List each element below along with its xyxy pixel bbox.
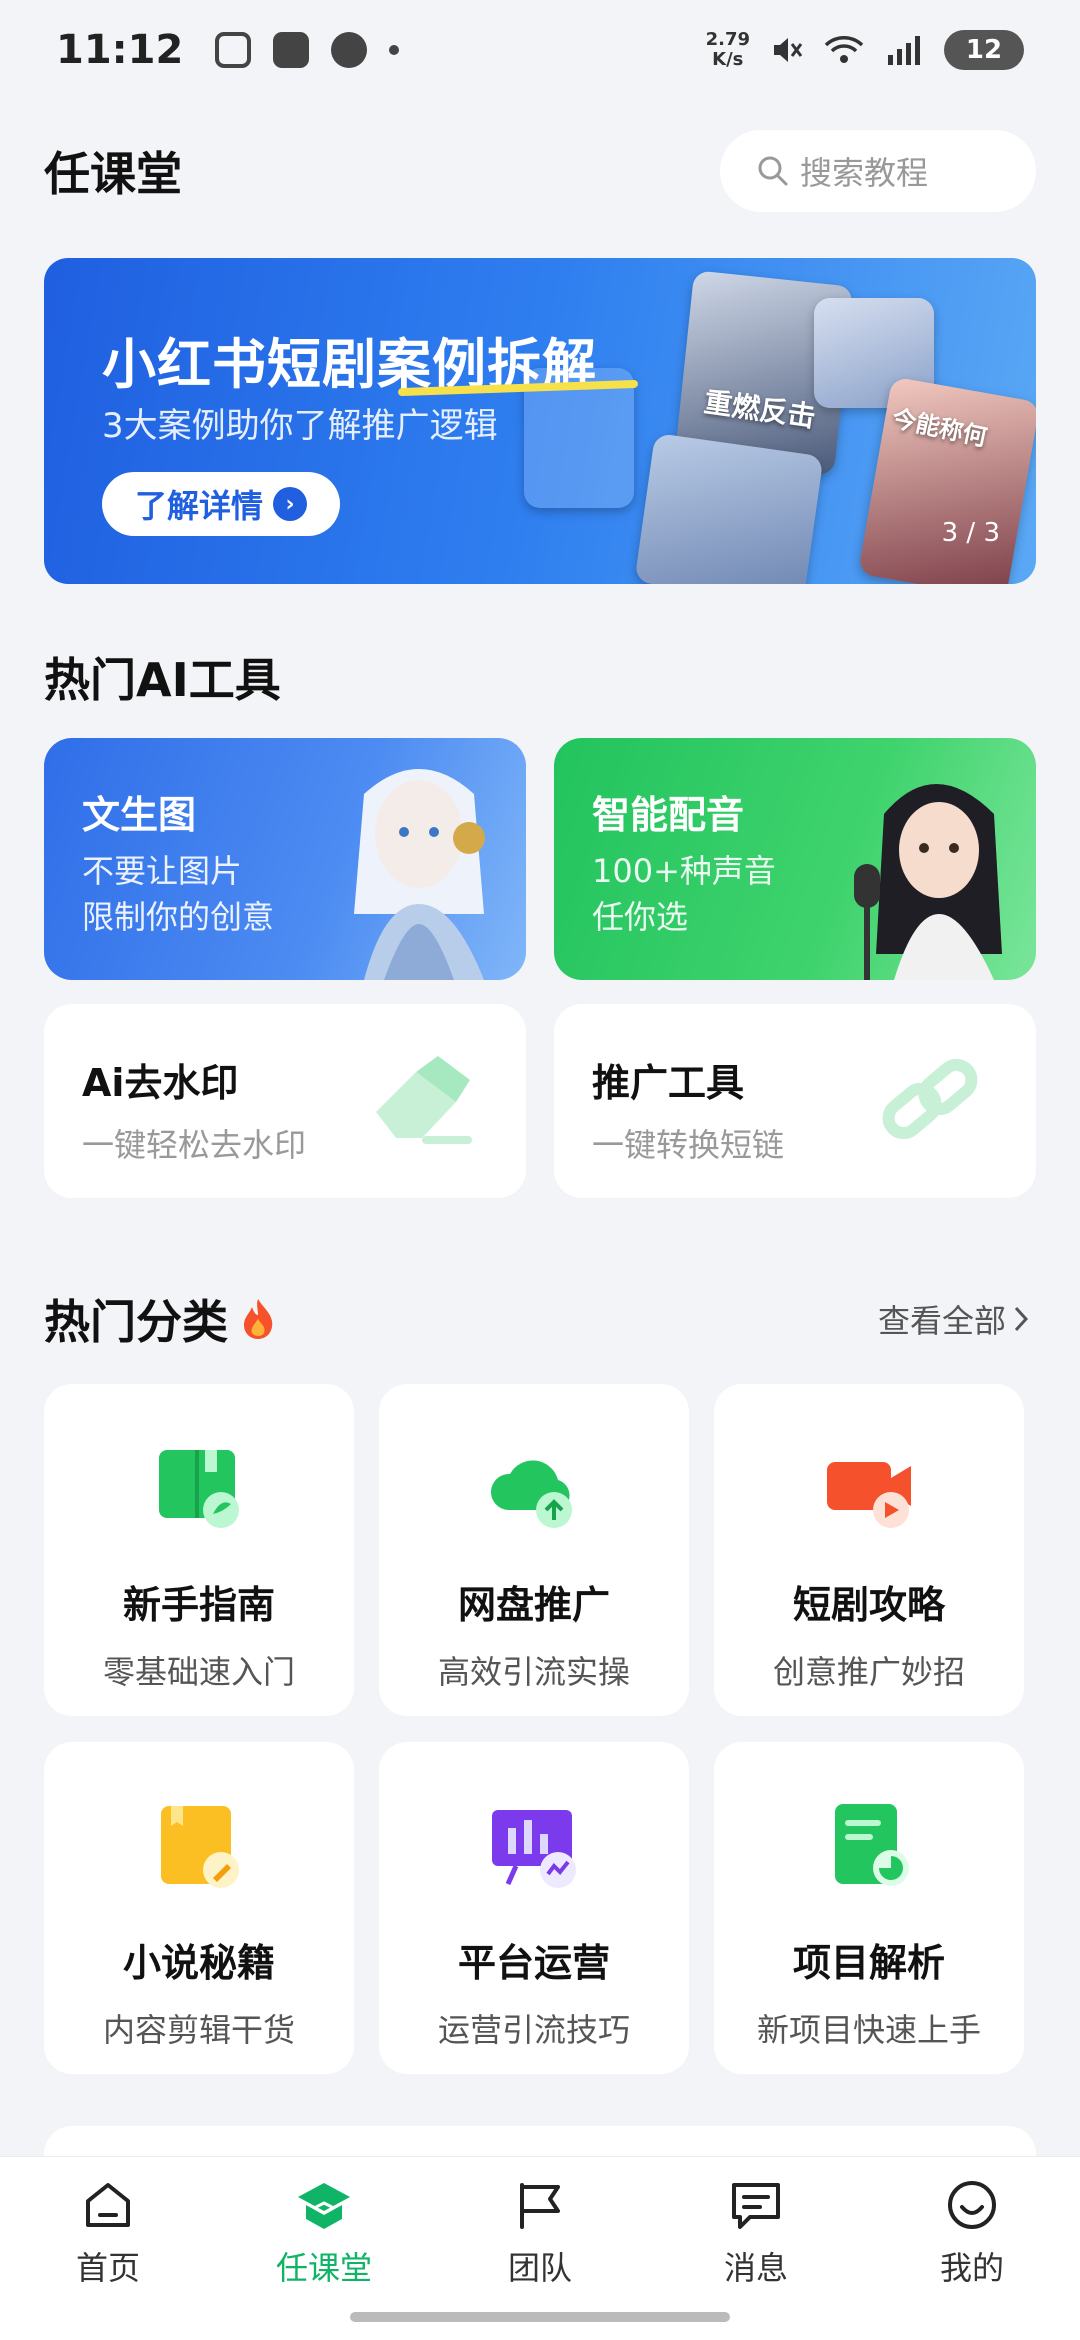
tool-card-desc: 100+种声音	[592, 852, 776, 890]
page-title: 任课堂	[44, 147, 182, 201]
category-title: 新手指南	[122, 1583, 275, 1627]
nav-label: 我的	[939, 2249, 1004, 2287]
category-subtitle: 创意推广妙招	[772, 1653, 965, 1691]
learn-more-button[interactable]: 了解详情 ›	[102, 472, 340, 536]
view-all-label: 查看全部	[877, 1302, 1006, 1340]
presentation-icon	[492, 1810, 576, 1888]
tool-card-title: Ai去水印	[82, 1061, 239, 1105]
girl-with-microphone-illustration	[854, 784, 1002, 980]
tool-card-desc: 一键轻松去水印	[82, 1126, 307, 1164]
screenshot-icon	[215, 32, 252, 68]
status-notification-icons	[215, 32, 400, 68]
document-chart-icon	[835, 1804, 909, 1886]
message-icon	[732, 2183, 780, 2229]
nav-item-profile[interactable]: 我的	[872, 2177, 1072, 2340]
category-card-short-drama[interactable]: 短剧攻略 创意推广妙招	[714, 1384, 1024, 1716]
eraser-icon	[376, 1056, 472, 1144]
category-title: 网盘推广	[457, 1583, 610, 1627]
category-subtitle: 高效引流实操	[437, 1653, 630, 1691]
category-subtitle: 零基础速入门	[102, 1653, 295, 1691]
banner-poster-image	[634, 432, 824, 584]
home-icon	[86, 2183, 130, 2227]
wifi-icon	[824, 36, 864, 63]
gesture-home-bar[interactable]	[350, 2312, 730, 2322]
category-card-beginner-guide[interactable]: 新手指南 零基础速入门	[44, 1384, 354, 1716]
link-icon	[882, 1058, 978, 1140]
search-placeholder: 搜索教程	[800, 154, 929, 192]
network-speed: 2.79 K/s	[706, 30, 750, 70]
promotion-tool-card[interactable]: 推广工具 一键转换短链	[554, 1004, 1036, 1198]
smart-dubbing-card[interactable]: 智能配音 100+种声音 任你选	[554, 738, 1036, 980]
search-icon	[758, 156, 788, 186]
chat-bubble-icon	[331, 32, 368, 68]
course-icon	[298, 2183, 350, 2229]
network-speed-unit: K/s	[712, 49, 744, 70]
cloud-upload-icon	[490, 1460, 572, 1528]
app-notification-icon	[273, 32, 310, 68]
cellular-signal-icon	[888, 36, 920, 65]
chevron-right-icon	[1014, 1306, 1029, 1332]
nav-label: 首页	[75, 2249, 140, 2287]
category-card-cloud-promotion[interactable]: 网盘推广 高效引流实操	[379, 1384, 689, 1716]
tool-card-desc: 任你选	[592, 898, 689, 936]
mute-icon	[774, 38, 803, 62]
category-card-project-analysis[interactable]: 项目解析 新项目快速上手	[714, 1742, 1024, 2074]
search-input[interactable]: 搜索教程	[720, 130, 1036, 212]
categories-title: 热门分类	[44, 1295, 228, 1349]
nav-label: 任课堂	[275, 2249, 372, 2287]
tool-card-desc: 不要让图片	[82, 852, 243, 890]
learn-more-label: 了解详情	[134, 487, 263, 525]
watermark-remover-card[interactable]: Ai去水印 一键轻松去水印	[44, 1004, 526, 1198]
category-card-novel-tips[interactable]: 小说秘籍 内容剪辑干货	[44, 1742, 354, 2074]
hot-tools-title: 热门AI工具	[44, 653, 281, 707]
book-icon	[159, 1450, 239, 1528]
header: 任课堂 搜索教程	[44, 128, 1036, 214]
category-subtitle: 新项目快速上手	[756, 2011, 981, 2049]
tool-card-title: 文生图	[82, 793, 197, 837]
more-notifications-dot-icon	[389, 45, 400, 55]
category-title: 平台运营	[457, 1941, 610, 1985]
tool-card-desc: 限制你的创意	[82, 898, 275, 936]
category-title: 短剧攻略	[792, 1583, 945, 1627]
fire-icon	[244, 1299, 273, 1339]
category-subtitle: 运营引流技巧	[437, 2011, 630, 2049]
status-bar: 11:12 2.79 K/s 12	[0, 0, 1080, 100]
nav-label: 团队	[507, 2249, 572, 2287]
category-card-platform-operation[interactable]: 平台运营 运营引流技巧	[379, 1742, 689, 2074]
banner-page-indicator: 3 / 3	[941, 518, 1000, 548]
category-title: 项目解析	[792, 1941, 945, 1985]
promo-banner[interactable]: 重燃反击 今能称何 小红书短剧案例拆解 3大案例助你了解推广逻辑 了解详情 › …	[44, 258, 1036, 584]
notebook-icon	[161, 1806, 239, 1888]
text-to-image-card[interactable]: 文生图 不要让图片 限制你的创意	[44, 738, 526, 980]
categories-title-row: 热门分类	[44, 1286, 278, 1352]
category-title: 小说秘籍	[122, 1941, 275, 1985]
tool-card-desc: 一键转换短链	[592, 1126, 785, 1164]
status-system-icons: 2.79 K/s 12	[706, 30, 1024, 70]
view-all-link[interactable]: 查看全部	[878, 1296, 1030, 1342]
flag-icon	[520, 2183, 560, 2229]
tool-card-title: 智能配音	[592, 793, 745, 837]
profile-icon	[948, 2181, 996, 2229]
network-speed-value: 2.79	[705, 29, 750, 50]
banner-subtitle: 3大案例助你了解推广逻辑	[102, 406, 498, 446]
chevron-right-icon: ›	[273, 487, 307, 521]
nav-item-home[interactable]: 首页	[8, 2177, 208, 2340]
category-subtitle: 内容剪辑干货	[102, 2011, 295, 2049]
battery-indicator: 12	[944, 30, 1024, 70]
status-time: 11:12	[56, 27, 184, 73]
video-camera-icon	[827, 1462, 911, 1528]
tool-card-title: 推广工具	[592, 1061, 745, 1105]
robot-girl-illustration	[354, 769, 485, 980]
nav-label: 消息	[723, 2249, 788, 2287]
